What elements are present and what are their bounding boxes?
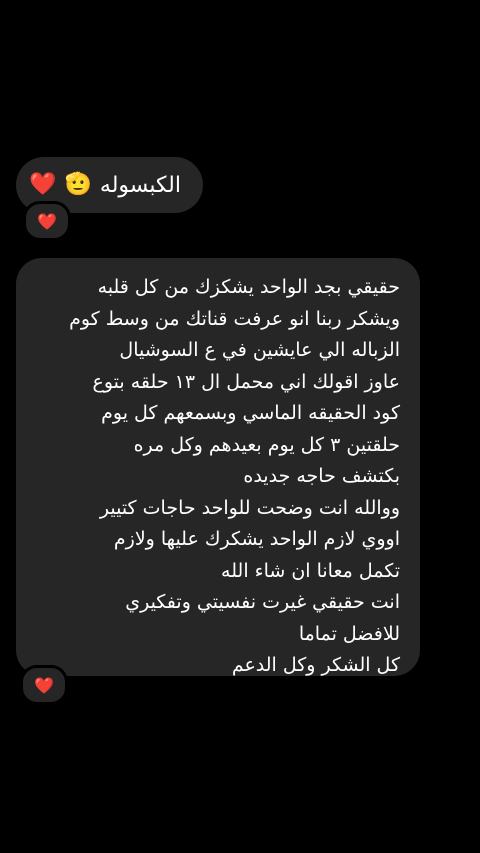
- heart-icon: ❤️: [37, 211, 57, 231]
- message-line: تكمل معانا ان شاء الله: [221, 559, 400, 582]
- message-line: اووي لازم الواحد يشكرك عليها ولازم: [113, 528, 400, 550]
- message-line: حلقتين ٣ كل يوم بعيدهم وكل مره: [133, 433, 400, 456]
- heart-icon: ❤️: [34, 675, 54, 695]
- message-line: بكتشف حاجه جديده: [243, 465, 400, 487]
- message-line: حقيقي بجد الواحد يشكزك من كل قلبه: [97, 276, 400, 298]
- message-text: الكبسوله: [99, 172, 181, 198]
- message-line: ووالله انت وضحت للواحد حاجات كتيير: [99, 496, 400, 519]
- saluting-face-emoji: 🫡: [64, 172, 92, 197]
- message-line: كود الحقيقه الماسي وبسمعهم كل يوم: [101, 402, 400, 424]
- message-line: كل الشكر وكل الدعم: [231, 654, 400, 676]
- chat-screen: الكبسوله 🫡 ❤️ ❤️ حقيقي بجد الواحد يشكزك …: [0, 0, 480, 853]
- message-line: ويشكر ربنا انو عرفت قناتك من وسط كوم: [69, 307, 400, 330]
- message-line: عاوز اقولك اني محمل ال ١٣ حلقه بتوع: [92, 370, 400, 393]
- reaction-heart-badge[interactable]: ❤️: [20, 665, 68, 705]
- message-line: انت حقيقي غيرت نفسيتي وتفكيري: [125, 591, 400, 613]
- message-line: للافضل تماما: [298, 622, 400, 645]
- message-bubble-long[interactable]: حقيقي بجد الواحد يشكزك من كل قلبه ويشكر …: [16, 258, 420, 676]
- reaction-heart-badge[interactable]: ❤️: [23, 201, 71, 241]
- heart-emoji: ❤️: [29, 172, 57, 197]
- message-line: الزباله الي عايشين في ع السوشيال: [119, 339, 400, 361]
